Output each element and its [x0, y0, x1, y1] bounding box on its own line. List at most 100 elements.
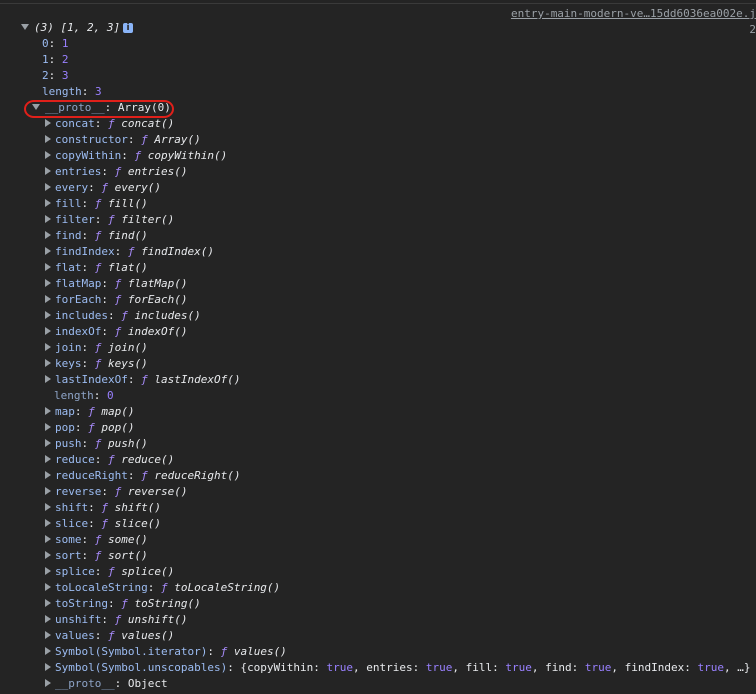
method-row-includes[interactable]: includes: ƒ includes(): [45, 308, 201, 324]
function-name: values(): [233, 645, 287, 658]
expand-triangle-icon[interactable]: [45, 407, 51, 415]
expand-triangle-icon[interactable]: [45, 311, 51, 319]
method-row-flatmap[interactable]: flatMap: ƒ flatMap(): [45, 276, 187, 292]
method-row-pop[interactable]: pop: ƒ pop(): [45, 420, 135, 436]
method-row-reduceright[interactable]: reduceRight: ƒ reduceRight(): [45, 468, 240, 484]
method-row-constructor[interactable]: constructor: ƒ Array(): [45, 132, 201, 148]
expand-triangle-icon[interactable]: [45, 455, 51, 463]
array-entry-row: 1: 2: [42, 53, 69, 66]
expand-triangle-icon[interactable]: [45, 503, 51, 511]
unscopables-value: true: [326, 661, 354, 674]
expand-triangle-icon[interactable]: [45, 375, 51, 383]
expand-triangle-icon[interactable]: [45, 631, 51, 639]
expand-triangle-icon[interactable]: [45, 647, 51, 655]
method-row-tolocalestring[interactable]: toLocaleString: ƒ toLocaleString(): [45, 580, 280, 596]
property-key: values: [55, 629, 95, 642]
property-key: pop: [55, 421, 75, 434]
function-name: map(): [101, 405, 135, 418]
expand-triangle-icon[interactable]: [45, 471, 51, 479]
expand-triangle-icon[interactable]: [45, 615, 51, 623]
method-row-symbol-symbol-iterator-[interactable]: Symbol(Symbol.iterator): ƒ values(): [45, 644, 287, 660]
expand-triangle-icon[interactable]: [21, 24, 29, 30]
expand-triangle-icon[interactable]: [45, 423, 51, 431]
function-name: lastIndexOf(): [154, 373, 241, 386]
method-row-indexof[interactable]: indexOf: ƒ indexOf(): [45, 324, 187, 340]
property-key: Symbol(Symbol.unscopables): [55, 661, 228, 674]
expand-triangle-icon[interactable]: [45, 551, 51, 559]
property-key: unshift: [55, 613, 102, 626]
method-row-unshift[interactable]: unshift: ƒ unshift(): [45, 612, 187, 628]
method-row-entries[interactable]: entries: ƒ entries(): [45, 164, 187, 180]
expand-triangle-icon[interactable]: [45, 535, 51, 543]
unscopables-row[interactable]: Symbol(Symbol.unscopables): {copyWithin:…: [45, 660, 751, 676]
method-row-flat[interactable]: flat: ƒ flat(): [45, 260, 148, 276]
property-key: splice: [55, 565, 95, 578]
method-row-values[interactable]: values: ƒ values(): [45, 628, 174, 644]
expand-triangle-icon[interactable]: [45, 567, 51, 575]
method-row-some[interactable]: some: ƒ some(): [45, 532, 148, 548]
expand-triangle-icon[interactable]: [45, 263, 51, 271]
proto-row[interactable]: __proto__: Array(0): [32, 100, 171, 116]
function-name: copyWithin(): [147, 149, 228, 162]
property-key: indexOf: [55, 325, 102, 338]
function-icon: ƒ: [121, 597, 128, 610]
property-key: Symbol(Symbol.iterator): [55, 645, 208, 658]
method-row-every[interactable]: every: ƒ every(): [45, 180, 161, 196]
expand-triangle-icon[interactable]: [45, 135, 51, 143]
entry-key: 0: [42, 37, 49, 50]
root-array-row[interactable]: (3) [1, 2, 3] i: [21, 20, 134, 36]
method-row-tostring[interactable]: toString: ƒ toString(): [45, 596, 201, 612]
method-row-reduce[interactable]: reduce: ƒ reduce(): [45, 452, 174, 468]
expand-triangle-icon[interactable]: [45, 247, 51, 255]
expand-triangle-icon[interactable]: [45, 183, 51, 191]
function-icon: ƒ: [88, 405, 95, 418]
method-row-filter[interactable]: filter: ƒ filter(): [45, 212, 174, 228]
method-row-findindex[interactable]: findIndex: ƒ findIndex(): [45, 244, 214, 260]
property-key: sort: [55, 549, 82, 562]
method-row-find[interactable]: find: ƒ find(): [45, 228, 148, 244]
expand-triangle-icon[interactable]: [45, 279, 51, 287]
method-row-slice[interactable]: slice: ƒ slice(): [45, 516, 161, 532]
method-row-join[interactable]: join: ƒ join(): [45, 340, 148, 356]
method-row-copywithin[interactable]: copyWithin: ƒ copyWithin(): [45, 148, 227, 164]
expand-triangle-icon[interactable]: [45, 599, 51, 607]
info-icon[interactable]: i: [123, 23, 134, 33]
expand-triangle-icon[interactable]: [45, 295, 51, 303]
source-link[interactable]: entry-main-modern-ve…15dd6036ea002e.j: [511, 7, 756, 20]
expand-triangle-icon[interactable]: [45, 359, 51, 367]
property-key: push: [55, 437, 82, 450]
method-row-reverse[interactable]: reverse: ƒ reverse(): [45, 484, 187, 500]
function-name: slice(): [114, 517, 161, 530]
expand-triangle-icon[interactable]: [45, 231, 51, 239]
inner-proto-row[interactable]: __proto__: Object: [45, 676, 168, 692]
function-name: join(): [108, 341, 148, 354]
expand-triangle-icon[interactable]: [45, 327, 51, 335]
method-row-shift[interactable]: shift: ƒ shift(): [45, 500, 161, 516]
expand-triangle-icon[interactable]: [45, 199, 51, 207]
expand-triangle-icon[interactable]: [45, 487, 51, 495]
function-name: toString(): [134, 597, 201, 610]
method-row-keys[interactable]: keys: ƒ keys(): [45, 356, 148, 372]
expand-triangle-icon[interactable]: [45, 439, 51, 447]
method-row-sort[interactable]: sort: ƒ sort(): [45, 548, 148, 564]
expand-triangle-icon[interactable]: [45, 215, 51, 223]
expand-triangle-icon[interactable]: [45, 679, 51, 687]
property-key: findIndex: [55, 245, 115, 258]
expand-triangle-icon[interactable]: [45, 343, 51, 351]
expand-triangle-icon[interactable]: [45, 663, 51, 671]
expand-triangle-icon[interactable]: [32, 104, 40, 110]
method-row-fill[interactable]: fill: ƒ fill(): [45, 196, 148, 212]
method-row-push[interactable]: push: ƒ push(): [45, 436, 148, 452]
method-row-lastindexof[interactable]: lastIndexOf: ƒ lastIndexOf(): [45, 372, 240, 388]
function-name: entries(): [127, 165, 188, 178]
expand-triangle-icon[interactable]: [45, 151, 51, 159]
expand-triangle-icon[interactable]: [45, 119, 51, 127]
method-row-foreach[interactable]: forEach: ƒ forEach(): [45, 292, 187, 308]
expand-triangle-icon[interactable]: [45, 519, 51, 527]
method-row-splice[interactable]: splice: ƒ splice(): [45, 564, 174, 580]
property-key: reduceRight: [55, 469, 128, 482]
expand-triangle-icon[interactable]: [45, 583, 51, 591]
expand-triangle-icon[interactable]: [45, 167, 51, 175]
method-row-concat[interactable]: concat: ƒ concat(): [45, 116, 174, 132]
method-row-map[interactable]: map: ƒ map(): [45, 404, 135, 420]
